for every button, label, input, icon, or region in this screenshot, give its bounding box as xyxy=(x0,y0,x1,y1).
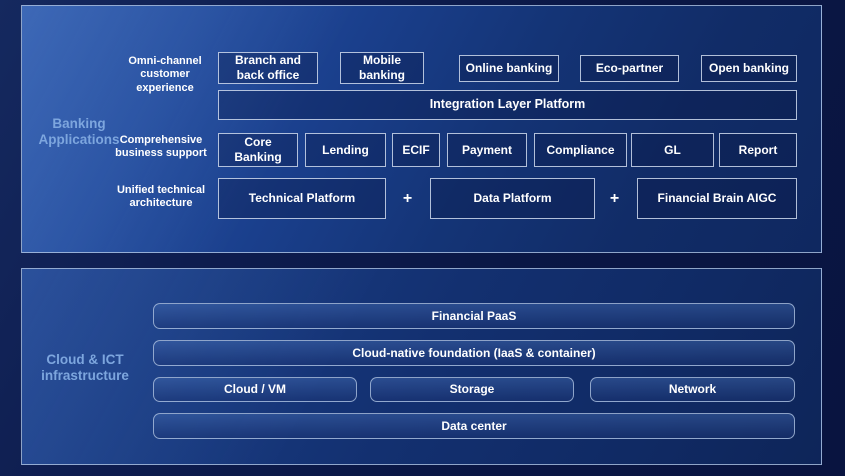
box-lending: Lending xyxy=(305,133,386,167)
architecture-diagram: Banking Applications Omni-channel custom… xyxy=(0,0,845,476)
row-label-business-support: Comprehensive business support xyxy=(108,134,214,161)
plus-separator-1: + xyxy=(395,186,420,211)
box-core-banking: Core Banking xyxy=(218,133,298,167)
box-eco-partner: Eco-partner xyxy=(580,55,679,82)
plus-separator-2: + xyxy=(602,186,627,211)
box-compliance: Compliance xyxy=(534,133,627,167)
box-gl: GL xyxy=(631,133,714,167)
box-ecif: ECIF xyxy=(392,133,440,167)
box-data-platform: Data Platform xyxy=(430,178,595,219)
row-label-omni-channel: Omni-channel customer experience xyxy=(118,55,212,95)
box-financial-paas: Financial PaaS xyxy=(153,303,795,329)
box-branch-and-back-office: Branch and back office xyxy=(218,52,318,84)
row-label-unified-architecture: Unified technical architecture xyxy=(108,184,214,211)
box-technical-platform: Technical Platform xyxy=(218,178,386,219)
box-cloud-vm: Cloud / VM xyxy=(153,377,357,402)
box-network: Network xyxy=(590,377,795,402)
box-data-center: Data center xyxy=(153,413,795,439)
box-financial-brain-aigc: Financial Brain AIGC xyxy=(637,178,797,219)
box-storage: Storage xyxy=(370,377,574,402)
box-integration-layer-platform: Integration Layer Platform xyxy=(218,90,797,120)
box-mobile-banking: Mobile banking xyxy=(340,52,424,84)
box-cloud-native-foundation: Cloud-native foundation (IaaS & containe… xyxy=(153,340,795,366)
box-online-banking: Online banking xyxy=(459,55,559,82)
cloud-ict-infrastructure-title: Cloud & ICT infrastructure xyxy=(26,352,144,384)
box-report: Report xyxy=(719,133,797,167)
box-open-banking: Open banking xyxy=(701,55,797,82)
box-payment: Payment xyxy=(447,133,527,167)
